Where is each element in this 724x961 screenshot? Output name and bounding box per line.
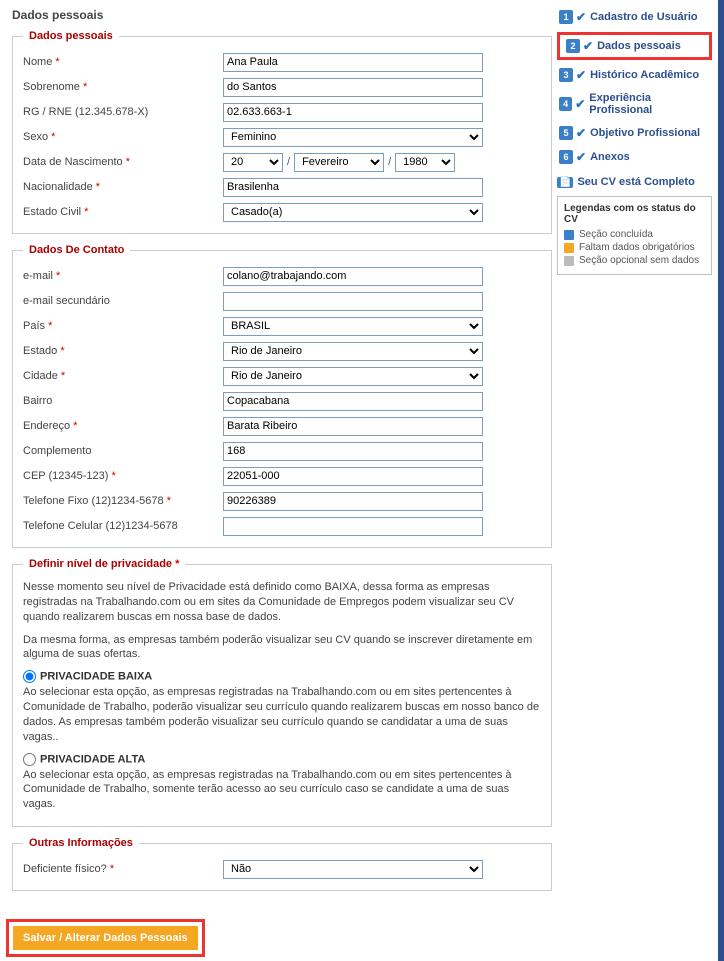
privacy-high-desc: Ao selecionar esta opção, as empresas re… <box>23 768 541 813</box>
page-title: Dados pessoais <box>12 8 552 22</box>
estado-label: Estado * <box>23 345 223 357</box>
sexo-select[interactable]: Feminino <box>223 128 483 147</box>
fieldset-privacy: Definir nível de privacidade * Nesse mom… <box>12 558 552 827</box>
telcel-label: Telefone Celular (12)1234-5678 <box>23 520 223 532</box>
step-cadastro[interactable]: 1✔Cadastro de Usuário <box>557 8 712 26</box>
privacy-low-radio[interactable] <box>23 670 36 683</box>
check-icon: ✔ <box>576 150 586 164</box>
swatch-gray-icon <box>564 256 574 266</box>
privacy-p2: Da mesma forma, as empresas também poder… <box>23 633 541 663</box>
email-label: e-mail * <box>23 270 223 282</box>
nasc-day-select[interactable]: 20 <box>223 153 283 172</box>
fieldset-other: Outras Informações Deficiente físico? *N… <box>12 837 552 891</box>
nacionalidade-input[interactable] <box>223 178 483 197</box>
legend-header: Legendas com os status do CV <box>564 203 705 225</box>
email2-input[interactable] <box>223 292 483 311</box>
deficiente-select[interactable]: Não <box>223 860 483 879</box>
telfixo-label: Telefone Fixo (12)1234-5678 * <box>23 495 223 507</box>
telcel-input[interactable] <box>223 517 483 536</box>
estadocivil-select[interactable]: Casado(a) <box>223 203 483 222</box>
cep-input[interactable] <box>223 467 483 486</box>
cidade-label: Cidade * <box>23 370 223 382</box>
estadocivil-label: Estado Civil * <box>23 206 223 218</box>
step-anexos[interactable]: 6✔Anexos <box>557 148 712 166</box>
legend-box: Legendas com os status do CV Seção concl… <box>557 196 712 275</box>
legend-item: Seção opcional sem dados <box>564 255 705 266</box>
rg-input[interactable] <box>223 103 483 122</box>
step-historico[interactable]: 3✔Histórico Acadêmico <box>557 66 712 84</box>
legend-personal: Dados pessoais <box>23 30 119 42</box>
step-dados-pessoais[interactable]: 2✔Dados pessoais <box>557 32 712 60</box>
privacy-p1: Nesse momento seu nível de Privacidade e… <box>23 580 541 625</box>
privacy-low-desc: Ao selecionar esta opção, as empresas re… <box>23 685 541 744</box>
nasc-month-select[interactable]: Fevereiro <box>294 153 384 172</box>
step-experiencia[interactable]: 4✔Experiência Profissional <box>557 90 712 118</box>
check-icon: ✔ <box>576 126 586 140</box>
privacy-low-label: PRIVACIDADE BAIXA <box>40 671 152 683</box>
endereco-input[interactable] <box>223 417 483 436</box>
legend-privacy: Definir nível de privacidade * <box>23 558 185 570</box>
endereco-label: Endereço * <box>23 420 223 432</box>
cep-label: CEP (12345-123) * <box>23 470 223 482</box>
pais-select[interactable]: BRASIL <box>223 317 483 336</box>
check-icon: ✔ <box>583 39 593 53</box>
nacionalidade-label: Nacionalidade * <box>23 181 223 193</box>
swatch-blue-icon <box>564 230 574 240</box>
check-icon: ✔ <box>576 68 586 82</box>
nome-label: Nome * <box>23 56 223 68</box>
swatch-orange-icon <box>564 243 574 253</box>
fieldset-contact: Dados De Contato e-mail * e-mail secundá… <box>12 244 552 548</box>
legend-other: Outras Informações <box>23 837 139 849</box>
cv-status: 📄Seu CV está Completo <box>557 176 712 188</box>
rg-label: RG / RNE (12.345.678-X) <box>23 106 223 118</box>
complemento-input[interactable] <box>223 442 483 461</box>
sobrenome-label: Sobrenome * <box>23 81 223 93</box>
sexo-label: Sexo * <box>23 131 223 143</box>
bairro-label: Bairro <box>23 395 223 407</box>
deficiente-label: Deficiente físico? * <box>23 863 223 875</box>
privacy-high-label: PRIVACIDADE ALTA <box>40 753 145 765</box>
check-icon: ✔ <box>576 10 586 24</box>
email2-label: e-mail secundário <box>23 295 223 307</box>
cidade-select[interactable]: Rio de Janeiro <box>223 367 483 386</box>
nasc-year-select[interactable]: 1980 <box>395 153 455 172</box>
legend-item: Seção concluída <box>564 229 705 240</box>
document-icon: 📄 <box>557 177 573 188</box>
privacy-high-radio[interactable] <box>23 753 36 766</box>
email-input[interactable] <box>223 267 483 286</box>
fieldset-personal: Dados pessoais Nome * Sobrenome * RG / R… <box>12 30 552 234</box>
bairro-input[interactable] <box>223 392 483 411</box>
save-button[interactable]: Salvar / Alterar Dados Pessoais <box>13 926 198 950</box>
check-icon: ✔ <box>575 97 585 111</box>
sobrenome-input[interactable] <box>223 78 483 97</box>
complemento-label: Complemento <box>23 445 223 457</box>
nasc-label: Data de Nascimento * <box>23 156 223 168</box>
telfixo-input[interactable] <box>223 492 483 511</box>
legend-item: Faltam dados obrigatórios <box>564 242 705 253</box>
estado-select[interactable]: Rio de Janeiro <box>223 342 483 361</box>
step-objetivo[interactable]: 5✔Objetivo Profissional <box>557 124 712 142</box>
pais-label: País * <box>23 320 223 332</box>
save-highlight: Salvar / Alterar Dados Pessoais <box>6 919 205 957</box>
legend-contact: Dados De Contato <box>23 244 130 256</box>
nome-input[interactable] <box>223 53 483 72</box>
